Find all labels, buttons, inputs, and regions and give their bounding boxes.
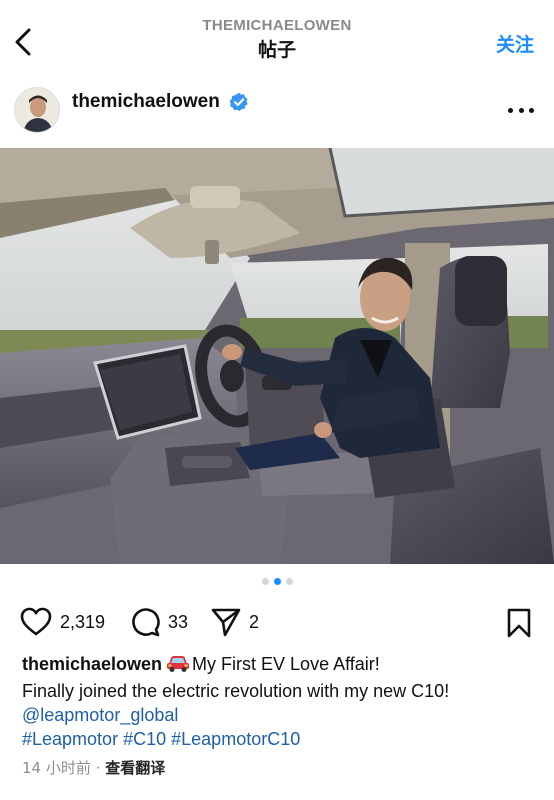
like-count: 2,319 [60,611,106,632]
caption-line-2: Finally joined the electric revolution w… [22,681,450,701]
post-caption: themichaelowen My First EV Love Affair! … [22,652,542,751]
carousel-dot [285,578,293,585]
comment-count: 33 [168,611,189,632]
send-icon [211,608,241,637]
caption-username[interactable]: themichaelowen [22,654,162,674]
post-actions-bar: 2,319 33 2 [0,604,554,640]
comment-button[interactable]: 33 [130,606,188,638]
hashtag-link[interactable]: #C10 [123,729,166,749]
bookmark-icon [507,608,531,638]
header-subtitle: THEMICHAELOWEN [202,17,352,34]
more-dot-icon [508,107,513,113]
save-button[interactable] [506,608,532,638]
header-titles: THEMICHAELOWEN 帖子 [0,16,554,63]
heart-icon [20,607,52,636]
carousel-dot-active [273,578,281,585]
post-author-row: themichaelowen [0,82,554,140]
mention-link[interactable]: @leapmotor_global [22,705,178,725]
follow-button[interactable]: 关注 [496,30,534,57]
more-dot-icon [518,107,524,113]
like-button[interactable]: 2,319 [20,606,105,638]
caption-line-1: themichaelowen My First EV Love Affair! [22,652,542,679]
hashtag-link[interactable]: #LeapmotorC10 [171,729,300,749]
share-button[interactable]: 2 [211,606,259,638]
post-meta: 14 小时前 · 查看翻译 [22,757,165,778]
more-dot-icon [529,107,534,113]
post-image[interactable] [0,148,554,564]
meta-separator: · [95,759,101,777]
caption-title: My First EV Love Affair! [192,654,380,674]
see-translation-link[interactable]: 查看翻译 [105,759,165,777]
car-interior-photo [0,148,554,564]
hashtag-link[interactable]: #Leapmotor [22,729,118,749]
hashtag-row: #Leapmotor #C10 #LeapmotorC10 [22,727,542,751]
top-bar: THEMICHAELOWEN 帖子 关注 [0,0,554,76]
avatar-portrait-icon [15,88,59,132]
post-timestamp: 14 小时前 [22,759,91,777]
author-username[interactable]: themichaelowen [72,90,220,114]
avatar[interactable] [14,87,60,133]
verified-badge-icon [229,92,248,112]
page-title: 帖子 [257,39,296,61]
carousel-indicator [0,578,554,585]
more-options-button[interactable] [508,100,534,120]
share-count: 2 [249,611,260,632]
car-icon [166,653,190,679]
carousel-dot [261,578,269,585]
comment-icon [132,608,160,637]
